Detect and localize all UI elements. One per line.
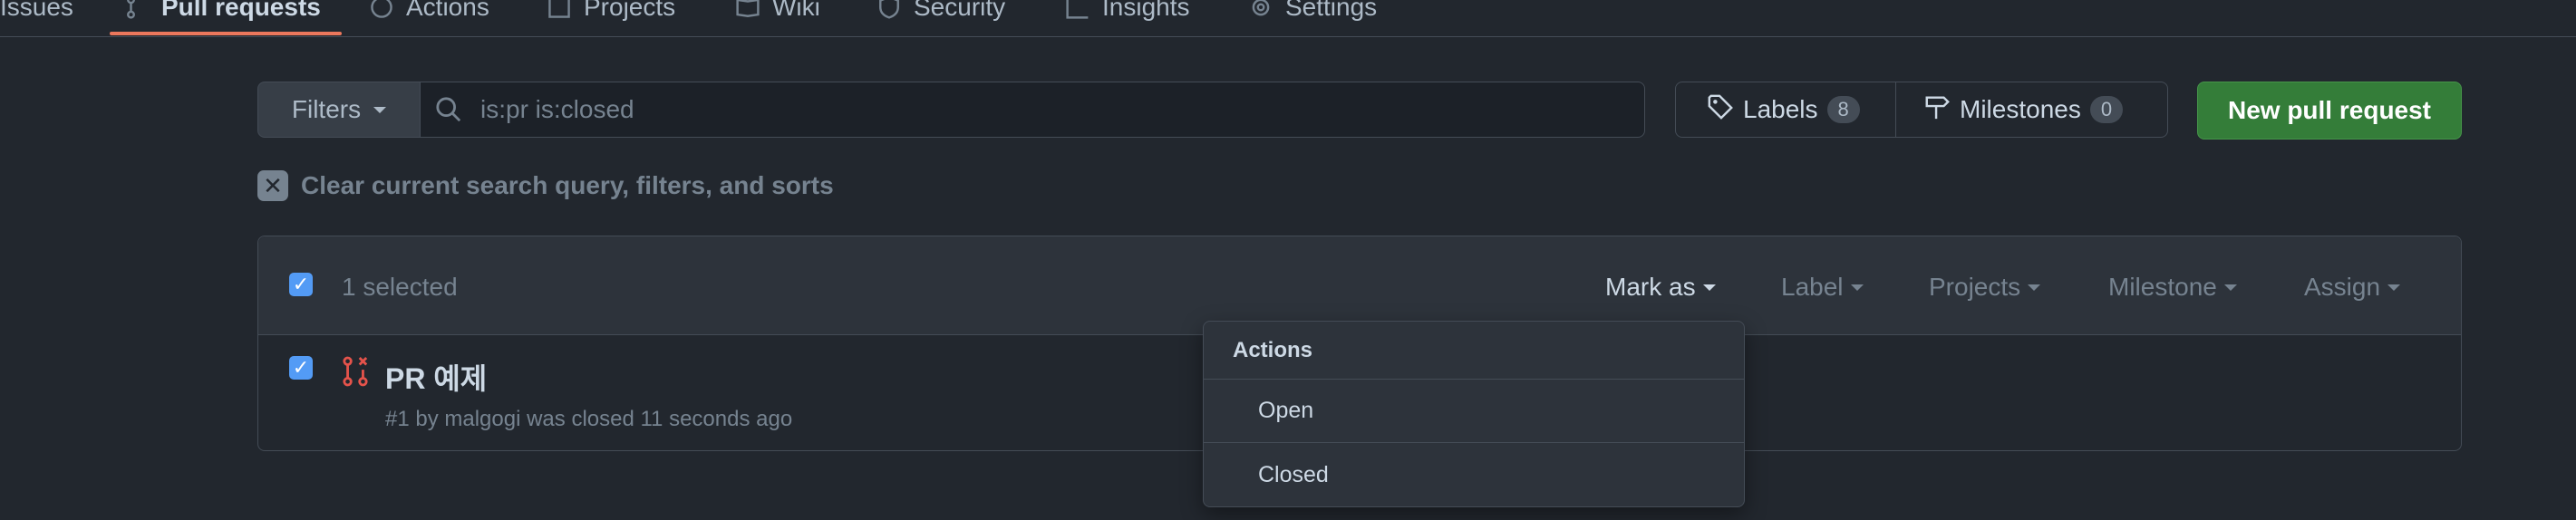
labels-button[interactable]: Labels 8: [1675, 82, 1896, 138]
pull-request-icon: [125, 0, 149, 19]
milestones-button[interactable]: Milestones 0: [1896, 82, 2168, 138]
repo-nav: Issues Pull requests Actions Projects Wi…: [0, 0, 2576, 37]
active-tab-underline: [110, 32, 342, 35]
pull-request-closed-icon: [342, 356, 369, 387]
table-icon: [547, 0, 571, 19]
tab-settings-label: Settings: [1285, 0, 1378, 21]
mark-as-label: Mark as: [1605, 273, 1696, 301]
tab-security-label: Security: [914, 0, 1006, 21]
tab-wiki-label: Wiki: [772, 0, 820, 21]
milestones-label: Milestones: [1960, 95, 2081, 123]
tag-icon: [1707, 93, 1734, 127]
tab-security[interactable]: Security: [877, 0, 1005, 34]
milestone-icon: [1923, 93, 1951, 127]
play-icon: [370, 0, 393, 19]
tab-projects-label: Projects: [584, 0, 676, 21]
menu-item-open[interactable]: Open: [1204, 380, 1744, 443]
filters-label: Filters: [291, 95, 362, 123]
search-input[interactable]: [479, 94, 1644, 125]
mark-as-dropdown[interactable]: Mark as: [1605, 273, 1716, 302]
tab-issues-label: Issues: [0, 0, 73, 21]
tab-actions-label: Actions: [406, 0, 489, 21]
milestone-dropdown-label: Milestone: [2108, 273, 2217, 301]
select-all-checkbox[interactable]: ✓: [289, 273, 313, 296]
menu-header: Actions: [1204, 322, 1744, 380]
selected-count: 1 selected: [342, 273, 458, 301]
graph-icon: [1066, 0, 1089, 19]
labels-label: Labels: [1743, 95, 1818, 123]
search-icon: [435, 96, 462, 123]
tab-pull-requests[interactable]: Pull requests: [125, 0, 321, 34]
projects-dropdown[interactable]: Projects: [1929, 273, 2041, 302]
pr-title-link[interactable]: PR 예제: [385, 356, 487, 398]
milestones-count-badge: 0: [2089, 96, 2124, 123]
labels-count-badge: 8: [1826, 96, 1860, 123]
filters-button[interactable]: Filters: [257, 82, 421, 138]
clear-filters-label: Clear current search query, filters, and…: [301, 171, 834, 199]
milestone-dropdown[interactable]: Milestone: [2108, 273, 2237, 302]
row-checkbox[interactable]: ✓: [289, 356, 313, 380]
assign-dropdown[interactable]: Assign: [2304, 273, 2401, 302]
tab-wiki[interactable]: Wiki: [736, 0, 820, 34]
gear-icon: [1249, 0, 1273, 19]
close-icon: ✕: [257, 170, 288, 201]
menu-item-closed[interactable]: Closed: [1204, 443, 1744, 506]
book-icon: [736, 0, 760, 19]
tab-projects[interactable]: Projects: [547, 0, 675, 34]
projects-dropdown-label: Projects: [1929, 273, 2021, 301]
new-pull-request-button[interactable]: New pull request: [2197, 82, 2462, 140]
chevron-down-icon: [1702, 284, 1716, 291]
chevron-down-icon: [2223, 284, 2237, 291]
search-box[interactable]: [420, 82, 1645, 138]
chevron-down-icon: [373, 106, 387, 113]
assign-dropdown-label: Assign: [2304, 273, 2381, 301]
mark-as-menu: Actions Open Closed: [1203, 321, 1745, 507]
pr-meta: #1 by malgogi was closed 11 seconds ago: [385, 407, 793, 431]
chevron-down-icon: [2028, 284, 2041, 291]
label-dropdown[interactable]: Label: [1781, 273, 1864, 302]
tab-insights-label: Insights: [1102, 0, 1190, 21]
clear-filters-link[interactable]: ✕ Clear current search query, filters, a…: [257, 170, 834, 201]
tab-actions[interactable]: Actions: [370, 0, 489, 34]
label-dropdown-label: Label: [1781, 273, 1844, 301]
tab-pull-requests-label: Pull requests: [161, 0, 321, 21]
chevron-down-icon: [1850, 284, 1864, 291]
shield-icon: [877, 0, 901, 19]
tab-settings[interactable]: Settings: [1249, 0, 1377, 34]
tab-issues[interactable]: Issues: [0, 0, 73, 34]
tab-insights[interactable]: Insights: [1066, 0, 1190, 34]
chevron-down-icon: [2387, 284, 2401, 291]
labels-milestones-group: Labels 8 Milestones 0: [1675, 82, 2168, 138]
